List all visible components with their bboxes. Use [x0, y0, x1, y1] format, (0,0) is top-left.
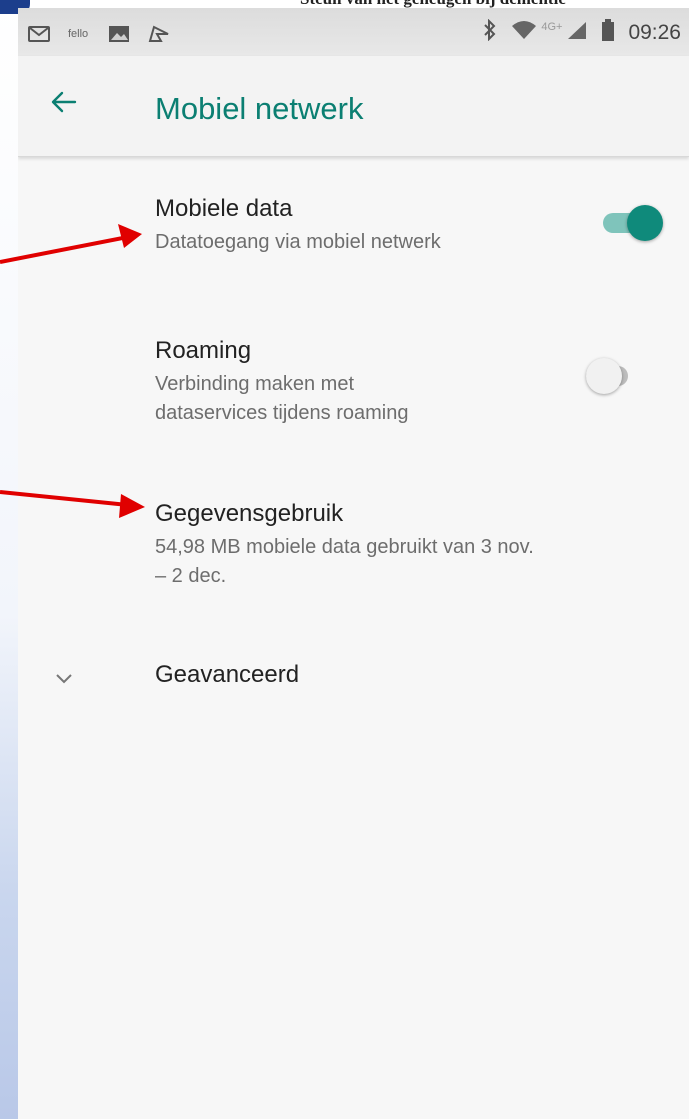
annotation-arrow — [0, 224, 142, 264]
annotation-layer — [0, 224, 145, 518]
screenshot: Steun van het geheugen bij dementie fell… — [0, 0, 689, 1119]
annotation-arrow — [0, 490, 145, 518]
